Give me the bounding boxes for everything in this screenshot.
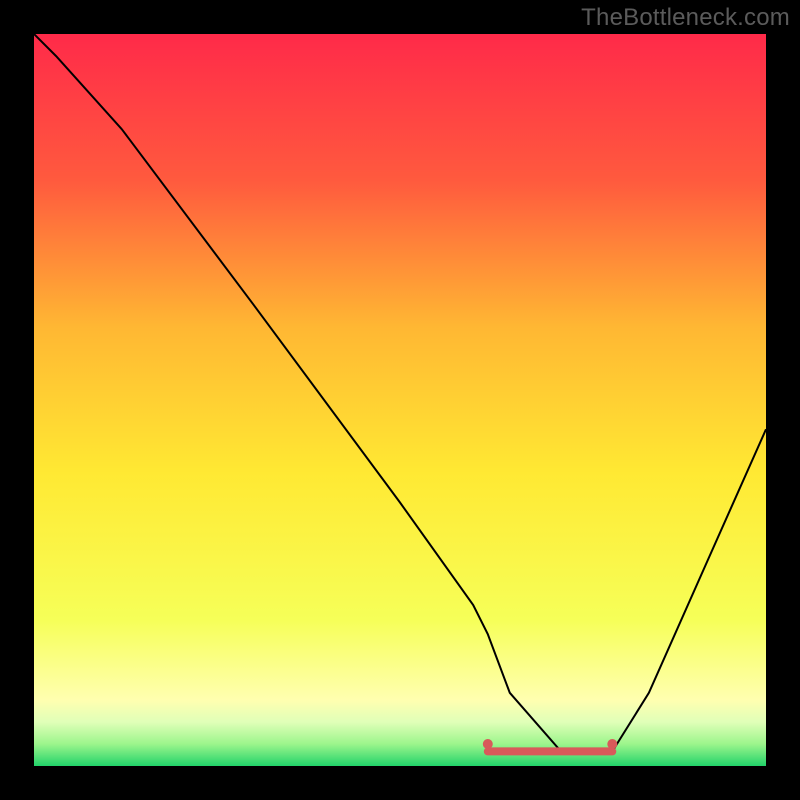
flat-segment-dot xyxy=(607,739,617,749)
plot-area xyxy=(34,34,766,766)
flat-segment-dot xyxy=(483,739,493,749)
chart-svg xyxy=(34,34,766,766)
chart-frame: TheBottleneck.com xyxy=(0,0,800,800)
watermark-text: TheBottleneck.com xyxy=(581,4,790,32)
gradient-background xyxy=(34,34,766,766)
